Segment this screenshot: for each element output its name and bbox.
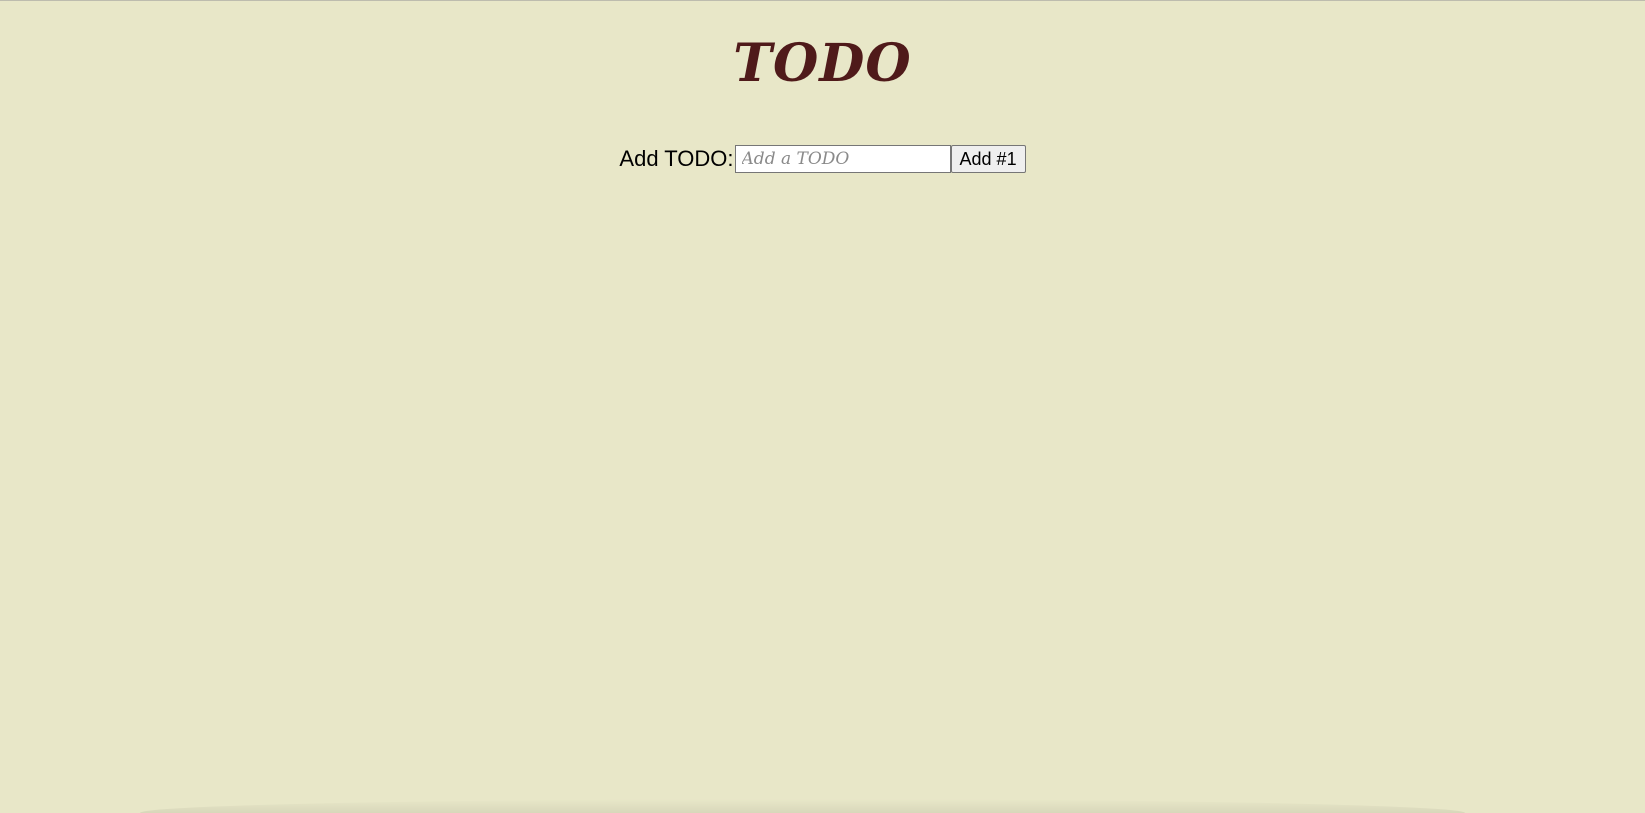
bottom-shadow bbox=[140, 799, 1465, 813]
todo-input[interactable] bbox=[734, 145, 951, 173]
add-todo-form: Add TODO: Add #1 bbox=[0, 145, 1645, 173]
add-todo-button[interactable]: Add #1 bbox=[950, 145, 1026, 173]
add-todo-label: Add TODO: bbox=[619, 146, 734, 171]
page-title: TODO bbox=[733, 33, 912, 94]
